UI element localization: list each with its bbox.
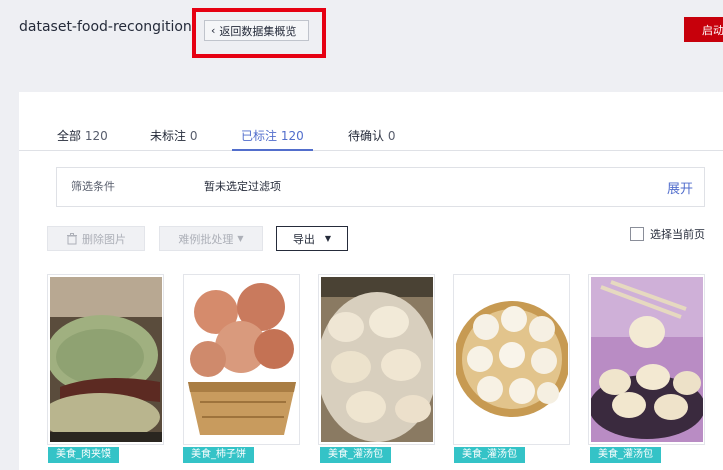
start-button-label: 启动 — [702, 23, 723, 37]
select-current-page[interactable]: 选择当前页 — [630, 226, 705, 242]
tab-all-count: 120 — [84, 129, 108, 143]
image-label-tag: 美食_柿子饼 — [183, 447, 254, 463]
select-current-page-label: 选择当前页 — [650, 228, 705, 241]
tab-all[interactable]: 全部 120 — [57, 127, 108, 149]
image-label-tag: 美食_灌汤包 — [320, 447, 391, 463]
caret-down-icon: ▼ — [324, 234, 332, 243]
image-label-tag: 美食_灌汤包 — [454, 447, 525, 463]
image-label-tag: 美食_灌汤包 — [590, 447, 661, 463]
select-current-page-checkbox[interactable] — [630, 227, 644, 241]
tab-pending-label: 待确认 — [348, 129, 385, 143]
tab-labeled-count: 120 — [280, 129, 304, 143]
image-label-tag: 美食_肉夹馍 — [48, 447, 119, 463]
caret-down-icon: ▼ — [237, 234, 244, 243]
image-card[interactable] — [47, 274, 164, 445]
roujiamo-photo-icon — [50, 277, 162, 442]
dataset-title: dataset-food-recongition — [19, 19, 192, 35]
image-card[interactable] — [318, 274, 435, 445]
tab-labeled-label: 已标注 — [241, 129, 278, 143]
hard-example-batch-button[interactable]: 难例批处理 ▼ — [159, 226, 263, 251]
hard-example-batch-label: 难例批处理 — [178, 232, 234, 246]
filter-value: 暂未选定过滤项 — [204, 180, 281, 193]
tab-unlabeled[interactable]: 未标注 0 — [150, 127, 197, 149]
tab-pending[interactable]: 待确认 0 — [348, 127, 395, 149]
export-label: 导出 — [292, 232, 315, 246]
tab-pending-count: 0 — [387, 129, 396, 143]
main-panel: 全部 120 未标注 0 已标注 120 待确认 0 筛选条件 暂未选定过滤项 … — [19, 92, 723, 470]
delete-images-button[interactable]: 删除图片 — [47, 226, 145, 251]
tab-labeled[interactable]: 已标注 120 — [232, 127, 313, 151]
trash-icon — [67, 232, 77, 244]
persimmon-cake-photo-icon — [186, 277, 298, 442]
image-card[interactable] — [588, 274, 705, 445]
filter-expand-link[interactable]: 展开 — [667, 178, 693, 197]
soup-dumpling-steamer-photo-icon — [456, 277, 568, 442]
soup-dumpling-chopsticks-photo-icon — [591, 277, 703, 442]
tab-unlabeled-count: 0 — [189, 129, 198, 143]
filter-bar: 筛选条件 暂未选定过滤项 展开 — [56, 167, 705, 207]
export-dropdown-button[interactable]: 导出 ▼ — [276, 226, 348, 251]
highlight-annotation-box — [192, 8, 326, 58]
image-card[interactable] — [183, 274, 300, 445]
tab-bar: 全部 120 未标注 0 已标注 120 待确认 0 — [19, 92, 723, 151]
image-card[interactable] — [453, 274, 570, 445]
start-button[interactable]: 启动 — [684, 17, 723, 42]
tab-all-label: 全部 — [57, 129, 82, 143]
tab-unlabeled-label: 未标注 — [150, 129, 187, 143]
filter-label: 筛选条件 — [71, 180, 115, 193]
delete-images-label: 删除图片 — [82, 232, 126, 246]
soup-dumpling-photo-icon — [321, 277, 433, 442]
